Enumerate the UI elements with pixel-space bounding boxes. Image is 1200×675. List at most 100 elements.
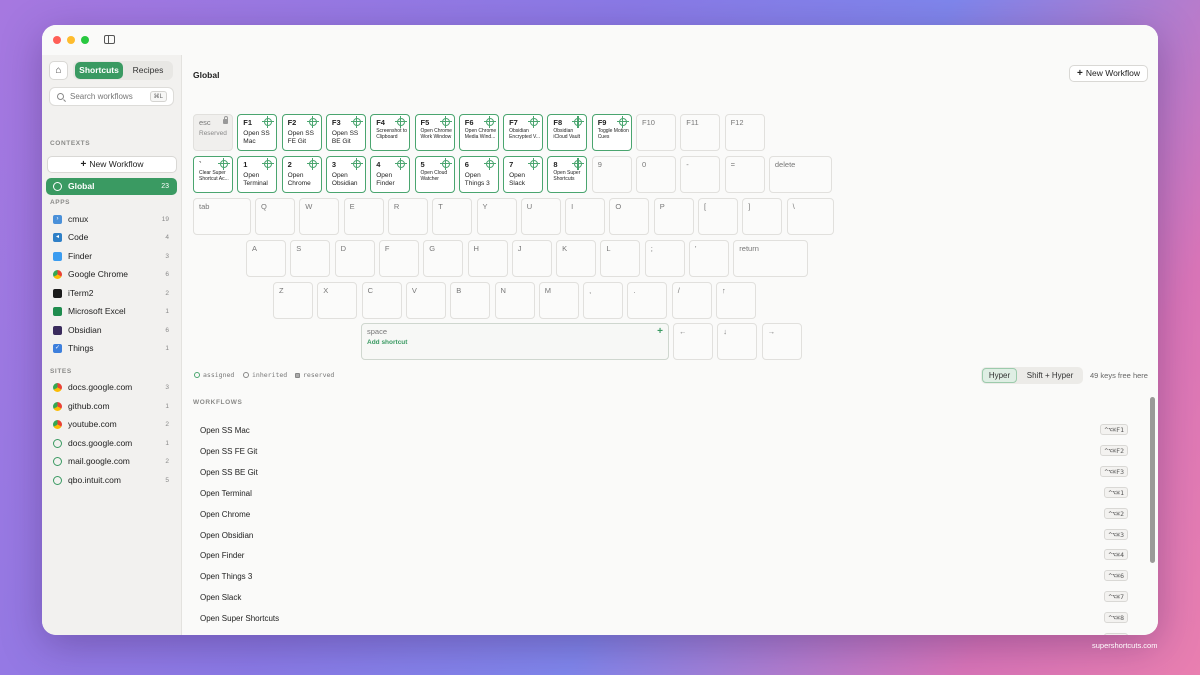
key[interactable]: U	[520, 198, 561, 235]
close-window-button[interactable]	[53, 36, 61, 44]
key[interactable]: delete	[768, 156, 832, 193]
key[interactable]: 7 Open Slack	[503, 156, 544, 193]
workflow-row[interactable]: Open Obsidian ^⌥⌘3	[193, 526, 1138, 547]
workflow-row[interactable]: Open Super Shortcuts ^⌥⌘8	[193, 609, 1138, 630]
workflow-row[interactable]: Open SS FE Git ^⌥⌘F2	[193, 442, 1138, 463]
add-shortcut-link[interactable]: Add shortcut	[367, 339, 407, 346]
workflow-row[interactable]: Open Finder ^⌥⌘4	[193, 546, 1138, 567]
key[interactable]: [	[698, 198, 738, 235]
key[interactable]: F4 Screenshot to Clipboard	[370, 114, 411, 151]
key[interactable]: ↑	[716, 282, 756, 319]
key[interactable]: /	[671, 282, 712, 319]
zoom-window-button[interactable]	[81, 36, 89, 44]
modifier-shift-hyper[interactable]: Shift + Hyper	[1020, 368, 1080, 383]
key[interactable]: .	[627, 282, 668, 319]
workflow-row[interactable]: Clear Super Shortcut Accessibility^⌥⌘`	[193, 630, 1138, 635]
workflow-row[interactable]: Open Things 3 ^⌥⌘6	[193, 567, 1138, 588]
sidebar-item-site[interactable]: github.com 1	[46, 398, 177, 415]
minimize-window-button[interactable]	[67, 36, 75, 44]
key[interactable]: '	[689, 240, 729, 277]
key[interactable]: ↓	[717, 323, 758, 360]
modifier-hyper[interactable]: Hyper	[982, 368, 1017, 383]
key[interactable]: return	[733, 240, 809, 277]
key[interactable]: S	[290, 240, 331, 277]
key[interactable]: Q	[255, 198, 295, 235]
sidebar-item-global[interactable]: Global 23	[46, 178, 177, 195]
search-input[interactable]	[70, 88, 150, 105]
new-workflow-button[interactable]: + New Workflow	[1069, 65, 1148, 82]
key[interactable]: F8 Obsidian iCloud Vault	[547, 114, 588, 151]
workflow-row[interactable]: Open SS Mac ^⌥⌘F1	[193, 421, 1138, 442]
key[interactable]: F11	[680, 114, 721, 151]
sidebar-item-site[interactable]: docs.google.com 3	[46, 379, 177, 396]
key[interactable]: F10	[636, 114, 676, 151]
key[interactable]: I	[565, 198, 606, 235]
workflow-row[interactable]: Open Chrome ^⌥⌘2	[193, 505, 1138, 526]
key[interactable]: M	[538, 282, 579, 319]
key[interactable]: L	[600, 240, 641, 277]
key[interactable]: 5 Open Cloud Watcher	[414, 156, 455, 193]
sidebar-item-code[interactable]: ◂ Code 4	[46, 229, 177, 246]
key[interactable]: tab	[193, 198, 251, 235]
sidebar-item-site[interactable]: youtube.com 2	[46, 416, 177, 433]
key[interactable]: F5 Open Chrome Work Window	[414, 114, 455, 151]
key[interactable]: 6 Open Things 3	[458, 156, 499, 193]
key[interactable]: F2 Open SS FE Git	[281, 114, 322, 151]
sidebar-item-google-chrome[interactable]: Google Chrome 6	[46, 266, 177, 283]
new-workflow-button[interactable]: + New Workflow	[47, 156, 177, 173]
key[interactable]: X	[317, 282, 358, 319]
sidebar-item-site[interactable]: docs.google.com 1	[46, 435, 177, 452]
key[interactable]: 4 Open Finder	[370, 156, 411, 193]
sidebar-item-cmux[interactable]: › cmux 19	[46, 211, 177, 228]
key[interactable]: ]	[742, 198, 783, 235]
key[interactable]: O	[609, 198, 650, 235]
scrollbar[interactable]	[1150, 397, 1155, 563]
key[interactable]: ←	[673, 323, 713, 360]
key[interactable]: D	[334, 240, 375, 277]
key[interactable]: W	[299, 198, 340, 235]
key[interactable]: C	[361, 282, 402, 319]
key[interactable]: 9	[591, 156, 632, 193]
key[interactable]: V	[405, 282, 446, 319]
key[interactable]: K	[556, 240, 597, 277]
key[interactable]: B	[450, 282, 491, 319]
key[interactable]: H	[467, 240, 508, 277]
tab-recipes[interactable]: Recipes	[125, 62, 171, 79]
sidebar-item-finder[interactable]: Finder 3	[46, 248, 177, 265]
key[interactable]: R	[387, 198, 428, 235]
key[interactable]: Y	[476, 198, 517, 235]
key[interactable]: 2 Open Chrome	[281, 156, 322, 193]
key[interactable]: F7 Obsidian Encrypted V...	[503, 114, 544, 151]
tab-shortcuts[interactable]: Shortcuts	[75, 62, 123, 79]
key[interactable]: ;	[644, 240, 685, 277]
key[interactable]: F9 Toggle Motion Cues	[591, 114, 632, 151]
plus-icon[interactable]: +	[657, 326, 663, 337]
key[interactable]: N	[494, 282, 535, 319]
key[interactable]: Z	[273, 282, 313, 319]
key[interactable]: 8 Open Super Shortcuts	[547, 156, 588, 193]
key[interactable]: ` Clear Super Shortcut Ac...	[193, 156, 233, 193]
workflow-row[interactable]: Open Slack ^⌥⌘7	[193, 588, 1138, 609]
workflow-row[interactable]: Open SS BE Git ^⌥⌘F3	[193, 463, 1138, 484]
sidebar-item-obsidian[interactable]: Obsidian 6	[46, 322, 177, 339]
sidebar-item-site[interactable]: qbo.intuit.com 5	[46, 472, 177, 489]
key[interactable]: E	[343, 198, 384, 235]
key[interactable]: 0	[636, 156, 676, 193]
key[interactable]: ,	[583, 282, 624, 319]
key[interactable]: =	[724, 156, 765, 193]
sidebar-item-iterm2[interactable]: iTerm2 2	[46, 285, 177, 302]
key[interactable]: T	[432, 198, 473, 235]
workflow-row[interactable]: Open Terminal ^⌥⌘1	[193, 484, 1138, 505]
key[interactable]: F1 Open SS Mac	[237, 114, 278, 151]
key[interactable]: J	[511, 240, 552, 277]
key[interactable]: 1 Open Terminal	[237, 156, 278, 193]
sidebar-toggle-icon[interactable]	[104, 35, 115, 44]
key[interactable]: →	[761, 323, 802, 360]
key[interactable]: esc Reserved	[193, 114, 233, 151]
key[interactable]: F12	[724, 114, 765, 151]
sidebar-item-things[interactable]: ✓ Things 1	[46, 340, 177, 357]
sidebar-item-microsoft-excel[interactable]: Microsoft Excel 1	[46, 303, 177, 320]
key[interactable]: F	[378, 240, 419, 277]
sidebar-item-site[interactable]: mail.google.com 2	[46, 453, 177, 470]
key[interactable]: \	[786, 198, 834, 235]
